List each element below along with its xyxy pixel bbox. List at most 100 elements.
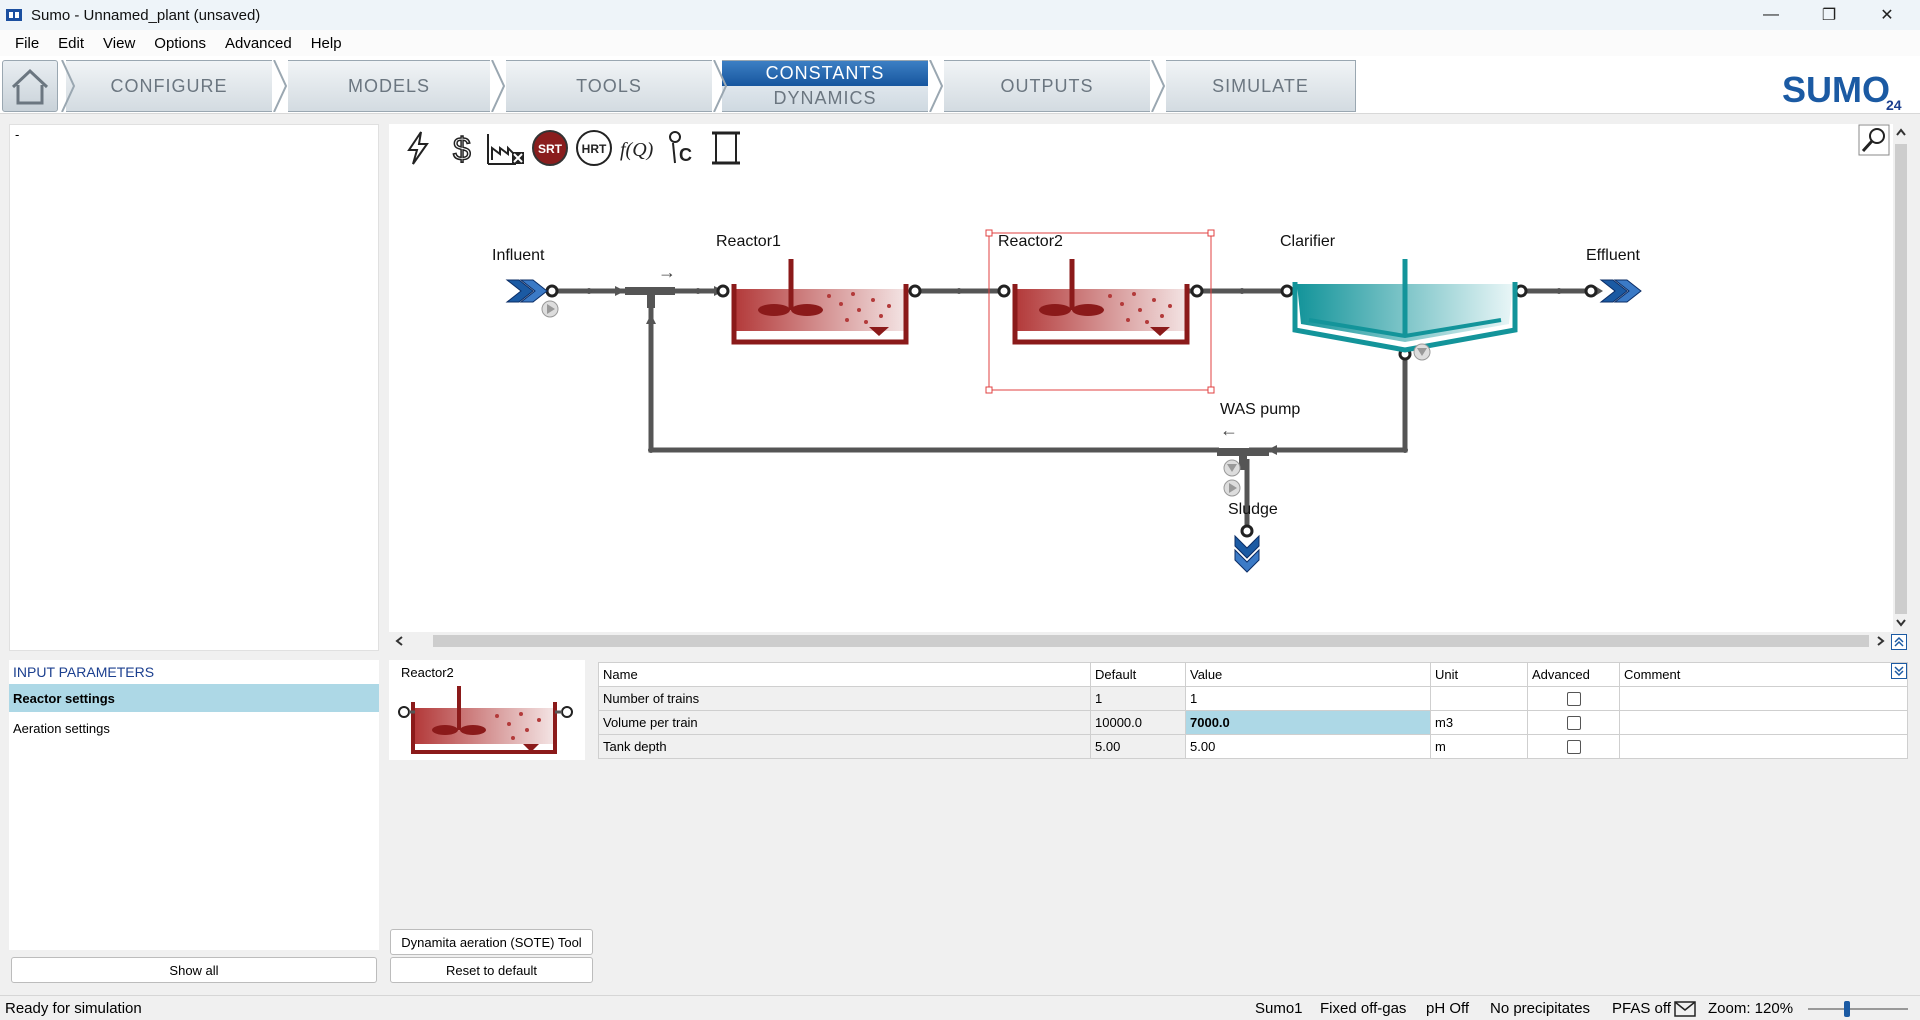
tab-tools[interactable]: TOOLS xyxy=(506,60,712,112)
flowsheet-diagram xyxy=(505,229,1642,573)
param-comment[interactable] xyxy=(1619,710,1908,735)
param-unit: m xyxy=(1430,734,1528,759)
advanced-checkbox[interactable] xyxy=(1566,691,1581,706)
chevron-separator-icon xyxy=(61,60,76,112)
zoom-slider-handle[interactable] xyxy=(1844,1001,1850,1017)
home-button[interactable] xyxy=(2,60,58,112)
horizontal-scrollbar[interactable] xyxy=(389,632,1893,650)
show-all-button[interactable]: Show all xyxy=(11,957,377,983)
param-unit xyxy=(1430,686,1528,711)
close-icon[interactable]: ✕ xyxy=(1864,0,1910,30)
param-value[interactable]: 5.00 xyxy=(1185,734,1431,759)
menu-view[interactable]: View xyxy=(103,35,135,52)
tab-constants-label[interactable]: CONSTANTS xyxy=(722,61,928,86)
vertical-scrollbar[interactable] xyxy=(1893,124,1909,634)
col-unit[interactable]: Unit xyxy=(1430,662,1528,687)
chevron-separator-icon xyxy=(491,60,506,112)
param-value[interactable]: 7000.0 xyxy=(1185,710,1431,735)
col-advanced[interactable]: Advanced xyxy=(1527,662,1620,687)
param-default: 1 xyxy=(1090,686,1186,711)
reactor1-unit[interactable] xyxy=(731,259,909,345)
label-reactor1: Reactor1 xyxy=(716,233,781,250)
menu-advanced[interactable]: Advanced xyxy=(225,35,292,52)
status-ph[interactable]: pH Off xyxy=(1426,1000,1469,1017)
home-icon xyxy=(11,68,49,105)
menu-help[interactable]: Help xyxy=(311,35,342,52)
window-title: Sumo - Unnamed_plant (unsaved) xyxy=(31,6,261,24)
status-offgas[interactable]: Fixed off-gas xyxy=(1320,1000,1406,1017)
collapse-up-icon[interactable] xyxy=(1891,634,1907,650)
status-pfas[interactable]: PFAS off xyxy=(1612,1000,1671,1017)
flow-direction-arrow-icon: → xyxy=(658,262,676,282)
tab-tools-label: TOOLS xyxy=(576,75,642,96)
workflow-ribbon: CONFIGURE MODELS TOOLS CONSTANTS DYNAMIC… xyxy=(0,56,1920,114)
param-name: Tank depth xyxy=(598,734,1091,759)
table-header-row: Name Default Value Unit Advanced Comment xyxy=(598,662,1908,687)
plant-tree-panel[interactable]: - xyxy=(9,124,379,651)
param-advanced xyxy=(1527,686,1620,711)
label-sludge: Sludge xyxy=(1228,501,1278,518)
param-comment[interactable] xyxy=(1619,734,1908,759)
horizontal-scroll-thumb[interactable] xyxy=(433,635,1869,647)
scroll-right-icon[interactable] xyxy=(1875,635,1887,647)
clarifier-unit[interactable] xyxy=(1292,259,1518,361)
effluent-icon[interactable] xyxy=(1599,279,1642,303)
collapse-down-icon[interactable] xyxy=(1891,663,1907,679)
unit-thumbnail: Reactor2 xyxy=(389,660,585,760)
chevron-separator-icon xyxy=(273,60,288,112)
tab-outputs[interactable]: OUTPUTS xyxy=(944,60,1150,112)
tab-outputs-label: OUTPUTS xyxy=(1000,75,1094,96)
sumo-app-icon xyxy=(6,9,22,21)
param-value[interactable]: 1 xyxy=(1185,686,1431,711)
sote-tool-button[interactable]: Dynamita aeration (SOTE) Tool xyxy=(390,929,593,955)
scroll-left-icon[interactable] xyxy=(393,635,405,647)
minimize-icon[interactable]: — xyxy=(1748,0,1794,30)
tab-simulate[interactable]: SIMULATE xyxy=(1166,60,1356,112)
tab-configure[interactable]: CONFIGURE xyxy=(66,60,272,112)
tab-models-label: MODELS xyxy=(347,75,431,96)
was-pump-controls[interactable] xyxy=(1223,459,1241,497)
table-row: Tank depth 5.00 5.00 m xyxy=(598,734,1908,759)
status-model[interactable]: Sumo1 xyxy=(1255,1000,1303,1017)
status-precipitates[interactable]: No precipitates xyxy=(1490,1000,1590,1017)
col-value[interactable]: Value xyxy=(1185,662,1431,687)
chevron-separator-icon xyxy=(713,60,728,112)
advanced-checkbox[interactable] xyxy=(1566,739,1581,754)
restore-icon[interactable]: ❐ xyxy=(1806,0,1852,30)
sludge-icon[interactable] xyxy=(1234,534,1260,573)
param-name: Number of trains xyxy=(598,686,1091,711)
param-group-reactor-settings[interactable]: Reactor settings xyxy=(9,684,379,712)
tab-dynamics-label[interactable]: DYNAMICS xyxy=(773,86,876,111)
reactor-thumbnail-icon xyxy=(398,686,573,754)
zoom-slider[interactable] xyxy=(1808,1008,1908,1010)
col-name[interactable]: Name xyxy=(598,662,1091,687)
table-row: Number of trains 1 1 xyxy=(598,686,1908,711)
reactor2-unit[interactable] xyxy=(985,229,1215,394)
col-comment[interactable]: Comment xyxy=(1619,662,1908,687)
status-bar: Ready for simulation Sumo1 Fixed off-gas… xyxy=(0,995,1920,1020)
input-parameters-panel: INPUT PARAMETERS Reactor settings Aerati… xyxy=(9,660,379,950)
scroll-down-icon[interactable] xyxy=(1895,616,1907,628)
menu-file[interactable]: File xyxy=(15,35,39,52)
menu-bar: File Edit View Options Advanced Help xyxy=(0,30,1920,56)
vertical-scroll-thumb[interactable] xyxy=(1895,144,1907,614)
status-text: Ready for simulation xyxy=(5,1000,142,1017)
col-default[interactable]: Default xyxy=(1090,662,1186,687)
reset-default-button[interactable]: Reset to default xyxy=(390,957,593,983)
param-advanced xyxy=(1527,710,1620,735)
tab-constants-dynamics[interactable]: CONSTANTS DYNAMICS xyxy=(722,60,928,112)
label-was-pump: WAS pump xyxy=(1220,401,1301,418)
mixer-junction[interactable] xyxy=(625,287,675,308)
param-default: 5.00 xyxy=(1090,734,1186,759)
param-group-aeration-settings[interactable]: Aeration settings xyxy=(9,714,379,742)
param-comment[interactable] xyxy=(1619,686,1908,711)
tab-simulate-label: SIMULATE xyxy=(1212,75,1309,96)
title-bar: Sumo - Unnamed_plant (unsaved) — ❐ ✕ xyxy=(0,0,1920,30)
status-zoom: Zoom: 120% xyxy=(1708,1000,1794,1017)
mail-icon[interactable] xyxy=(1674,1001,1696,1017)
menu-options[interactable]: Options xyxy=(154,35,206,52)
advanced-checkbox[interactable] xyxy=(1566,715,1581,730)
scroll-up-icon[interactable] xyxy=(1895,126,1907,138)
menu-edit[interactable]: Edit xyxy=(58,35,84,52)
tab-models[interactable]: MODELS xyxy=(288,60,490,112)
